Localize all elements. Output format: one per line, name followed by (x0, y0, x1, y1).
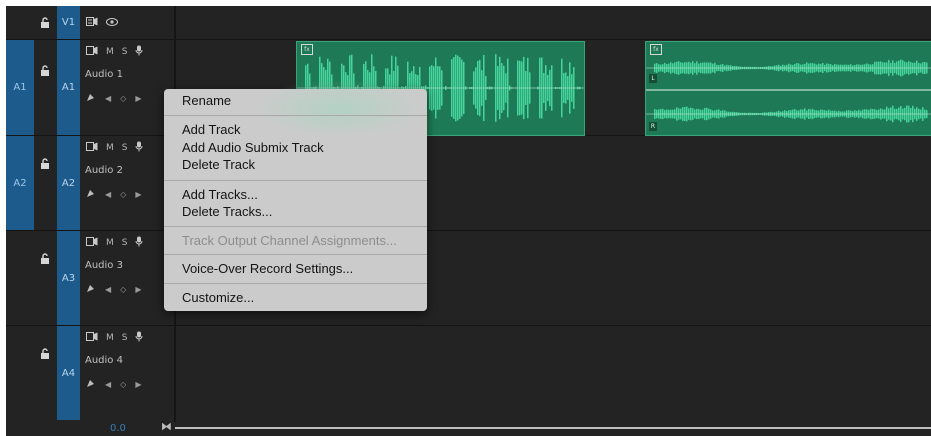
audio-track-controls: M S (86, 45, 143, 59)
audio-track-controls: M S (86, 236, 143, 250)
track-target-a1[interactable]: A1 (57, 40, 80, 135)
track-name-a1: Audio 1 (85, 69, 123, 80)
sync-lock-icon[interactable] (86, 46, 98, 58)
keyframe-pen-icon[interactable] (86, 93, 96, 104)
audio-track-controls: M S (86, 141, 143, 155)
track-target-a2[interactable]: A2 (57, 136, 80, 230)
lock-icon[interactable] (36, 151, 54, 175)
timeline-footer: 0.0 ⧓ (6, 420, 931, 436)
menu-item-track-output-channel-assignments: Track Output Channel Assignments... (182, 233, 397, 248)
mute-button[interactable]: M (106, 47, 114, 57)
previous-keyframe-icon[interactable]: ◀ (105, 380, 111, 389)
menu-item-delete-track[interactable]: Delete Track (182, 158, 255, 172)
menu-item-add-tracks[interactable]: Add Tracks... (182, 188, 258, 202)
track-target-a3[interactable]: A3 (57, 231, 80, 325)
track-target-v1[interactable]: V1 (57, 6, 80, 39)
lock-icon[interactable] (36, 246, 54, 270)
footer-value: 0.0 (110, 423, 126, 434)
next-keyframe-icon[interactable]: ▶ (135, 380, 141, 389)
menu-item-rename[interactable]: Rename (182, 94, 231, 108)
sync-lock-icon[interactable] (86, 332, 98, 344)
previous-keyframe-icon[interactable]: ◀ (105, 285, 111, 294)
solo-button[interactable]: S (122, 333, 128, 343)
source-patch-a2[interactable]: A2 (6, 136, 34, 230)
video-track-controls (86, 17, 118, 29)
microphone-icon[interactable] (135, 331, 143, 345)
microphone-icon[interactable] (135, 45, 143, 59)
audio-clip[interactable]: fx L R (645, 41, 931, 136)
next-keyframe-icon[interactable]: ▶ (135, 285, 141, 294)
mute-button[interactable]: M (106, 333, 114, 343)
track-name-a4: Audio 4 (85, 355, 123, 366)
keyframe-pen-icon[interactable] (86, 379, 96, 390)
menu-item-add-track[interactable]: Add Track (182, 123, 241, 137)
previous-keyframe-icon[interactable]: ◀ (105, 190, 111, 199)
lock-icon[interactable] (36, 6, 54, 39)
track-name-a2: Audio 2 (85, 165, 123, 176)
lock-icon[interactable] (36, 40, 54, 100)
horizontal-scrollbar[interactable] (175, 427, 931, 429)
menu-item-delete-tracks[interactable]: Delete Tracks... (182, 205, 272, 219)
add-keyframe-icon[interactable]: ◇ (120, 380, 126, 389)
audio-track-controls: M S (86, 331, 143, 345)
source-patch-a1[interactable]: A1 (6, 40, 34, 135)
sync-lock-icon[interactable] (86, 142, 98, 154)
add-keyframe-icon[interactable]: ◇ (120, 94, 126, 103)
next-keyframe-icon[interactable]: ▶ (135, 94, 141, 103)
menu-item-customize[interactable]: Customize... (182, 291, 254, 305)
keyframe-controls: ◀ ◇ ▶ (86, 93, 141, 104)
add-keyframe-icon[interactable]: ◇ (120, 190, 126, 199)
sync-lock-icon[interactable] (86, 17, 98, 29)
solo-button[interactable]: S (122, 143, 128, 153)
eye-icon[interactable] (106, 17, 118, 29)
track-name-a3: Audio 3 (85, 260, 123, 271)
track-context-menu: Rename Add Track Add Audio Submix Track … (164, 79, 427, 311)
track-target-a4[interactable]: A4 (57, 326, 80, 420)
timeline-panel: V1 A1 A1 M S Audio 1 ◀ ◇ ▶ A2 A2 M S Aud… (6, 6, 931, 436)
next-keyframe-icon[interactable]: ▶ (135, 190, 141, 199)
keyframe-pen-icon[interactable] (86, 284, 96, 295)
waveform (646, 59, 931, 123)
mute-button[interactable]: M (106, 143, 114, 153)
keyframe-controls: ◀ ◇ ▶ (86, 379, 141, 390)
solo-button[interactable]: S (122, 47, 128, 57)
solo-button[interactable]: S (122, 238, 128, 248)
microphone-icon[interactable] (135, 141, 143, 155)
keyframe-pen-icon[interactable] (86, 189, 96, 200)
mute-button[interactable]: M (106, 238, 114, 248)
lock-icon[interactable] (36, 341, 54, 365)
sync-lock-icon[interactable] (86, 237, 98, 249)
zoom-handle-icon[interactable]: ⧓ (161, 420, 172, 433)
menu-item-voice-over-record-settings[interactable]: Voice-Over Record Settings... (182, 262, 353, 276)
microphone-icon[interactable] (135, 236, 143, 250)
add-keyframe-icon[interactable]: ◇ (120, 285, 126, 294)
previous-keyframe-icon[interactable]: ◀ (105, 94, 111, 103)
menu-item-add-audio-submix-track[interactable]: Add Audio Submix Track (182, 141, 324, 155)
keyframe-controls: ◀ ◇ ▶ (86, 284, 141, 295)
keyframe-controls: ◀ ◇ ▶ (86, 189, 141, 200)
